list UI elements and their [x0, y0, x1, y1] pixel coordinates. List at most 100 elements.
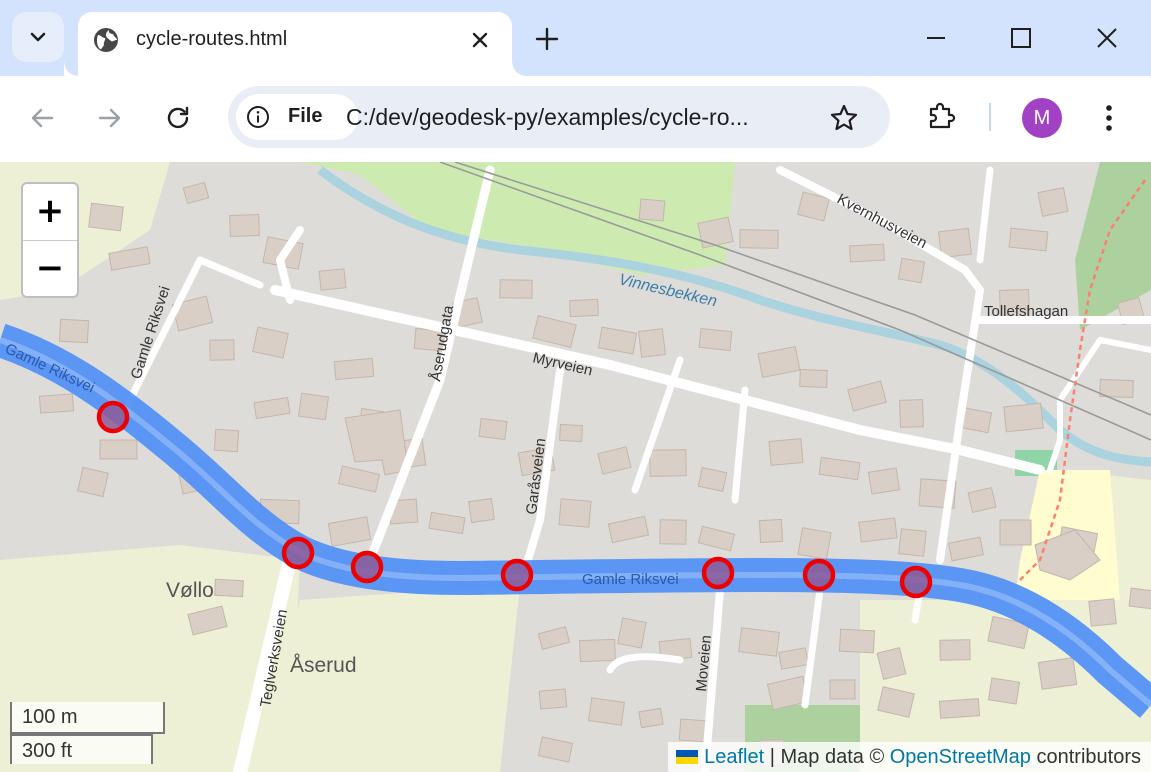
maximize-icon[interactable] [1001, 18, 1041, 58]
building [637, 328, 667, 358]
building [209, 339, 235, 361]
zoom-in-button[interactable]: + [23, 184, 77, 241]
tab-title: cycle-routes.html [136, 28, 288, 50]
building [797, 527, 832, 560]
farmland-area [260, 585, 520, 772]
route-marker[interactable] [802, 558, 836, 592]
building [987, 677, 1021, 705]
tab-strip: cycle-routes.html [0, 0, 1151, 76]
route-marker[interactable] [500, 558, 534, 592]
more-menu-icon[interactable] [1092, 100, 1126, 136]
bookmark-star-icon[interactable] [828, 102, 860, 134]
building [698, 327, 733, 352]
attribution-suffix: contributors [1030, 746, 1141, 768]
building [58, 318, 90, 344]
road-label-tollefshagan: Tollefshagan [984, 303, 1068, 320]
zoom-control: + − [21, 182, 79, 298]
building [999, 519, 1032, 546]
building [899, 399, 924, 428]
building [739, 229, 779, 249]
leaflet-map[interactable]: Gamle Riksvei Gamle Riksvei Gamle Riksve… [0, 162, 1151, 772]
scale-bar-imperial: 300 ft [10, 734, 153, 764]
forward-arrow-icon[interactable] [92, 100, 128, 136]
building [468, 497, 495, 524]
tab-search-button[interactable] [12, 12, 64, 62]
building [318, 268, 347, 291]
leaflet-link[interactable]: Leaflet [704, 746, 764, 768]
building [939, 639, 971, 661]
building [538, 688, 568, 710]
route-marker[interactable] [96, 400, 130, 434]
info-icon [247, 106, 269, 128]
building [938, 698, 981, 719]
chip-label: File [288, 105, 323, 127]
building [858, 517, 898, 543]
tab-close-icon[interactable] [466, 26, 494, 54]
building [297, 392, 330, 421]
building [738, 627, 780, 657]
route-marker[interactable] [350, 550, 384, 584]
place-label-aserud: Åserud [290, 654, 357, 677]
building [1008, 227, 1049, 252]
building [1037, 657, 1078, 690]
reload-icon[interactable] [160, 100, 196, 136]
building [838, 628, 876, 654]
building [898, 528, 927, 557]
building [829, 679, 856, 700]
building [1003, 402, 1044, 433]
building [499, 279, 533, 299]
building [1037, 187, 1069, 217]
building [659, 519, 687, 545]
building [587, 697, 626, 726]
zoom-out-button[interactable]: − [23, 241, 77, 296]
building [758, 518, 784, 544]
site-info-chip[interactable]: File [236, 94, 358, 140]
place-label-vollo: Vøllo [166, 579, 214, 602]
map-attribution: Leaflet | Map data © OpenStreetMap contr… [668, 742, 1151, 772]
building [229, 213, 260, 238]
building [579, 638, 616, 663]
scale-bar-metric: 100 m [10, 702, 165, 734]
building [1088, 598, 1117, 627]
toolbar-divider [989, 103, 991, 131]
building [38, 393, 75, 414]
building [799, 369, 828, 388]
globe-icon [94, 28, 118, 52]
route-marker[interactable] [899, 565, 933, 599]
extensions-puzzle-icon[interactable] [924, 98, 960, 134]
building [649, 449, 687, 477]
building [849, 243, 885, 263]
building [478, 417, 508, 441]
building [214, 578, 244, 598]
building [99, 439, 138, 460]
url-text[interactable]: C:/dev/geodesk-py/examples/cycle-ro... [346, 104, 749, 131]
building [1128, 587, 1151, 611]
map-tiles: Gamle Riksvei Gamle Riksvei Gamle Riksve… [0, 162, 1151, 772]
building [617, 617, 647, 649]
building [569, 298, 599, 318]
building [867, 467, 901, 495]
building [558, 498, 592, 528]
chevron-down-icon [30, 32, 46, 42]
route-marker[interactable] [281, 536, 315, 570]
back-arrow-icon[interactable] [24, 100, 60, 136]
building [638, 707, 664, 729]
building [638, 198, 666, 222]
building [768, 438, 804, 466]
route-marker[interactable] [701, 556, 735, 590]
new-tab-icon[interactable] [530, 22, 564, 56]
attribution-separator: | Map data © [764, 746, 890, 768]
profile-avatar[interactable]: M [1022, 98, 1062, 138]
window-close-icon[interactable] [1087, 18, 1127, 58]
active-tab[interactable]: cycle-routes.html [78, 12, 512, 76]
building [213, 428, 240, 453]
openstreetmap-link[interactable]: OpenStreetMap [890, 746, 1031, 768]
building [88, 202, 124, 232]
building [333, 357, 375, 381]
road-label-gamle-riksvei-route: Gamle Riksvei [582, 571, 679, 588]
building [897, 257, 926, 284]
building [77, 466, 109, 498]
minimize-icon[interactable] [916, 18, 956, 58]
ukraine-flag-icon [676, 750, 699, 764]
address-bar[interactable]: File C:/dev/geodesk-py/examples/cycle-ro… [228, 86, 890, 148]
